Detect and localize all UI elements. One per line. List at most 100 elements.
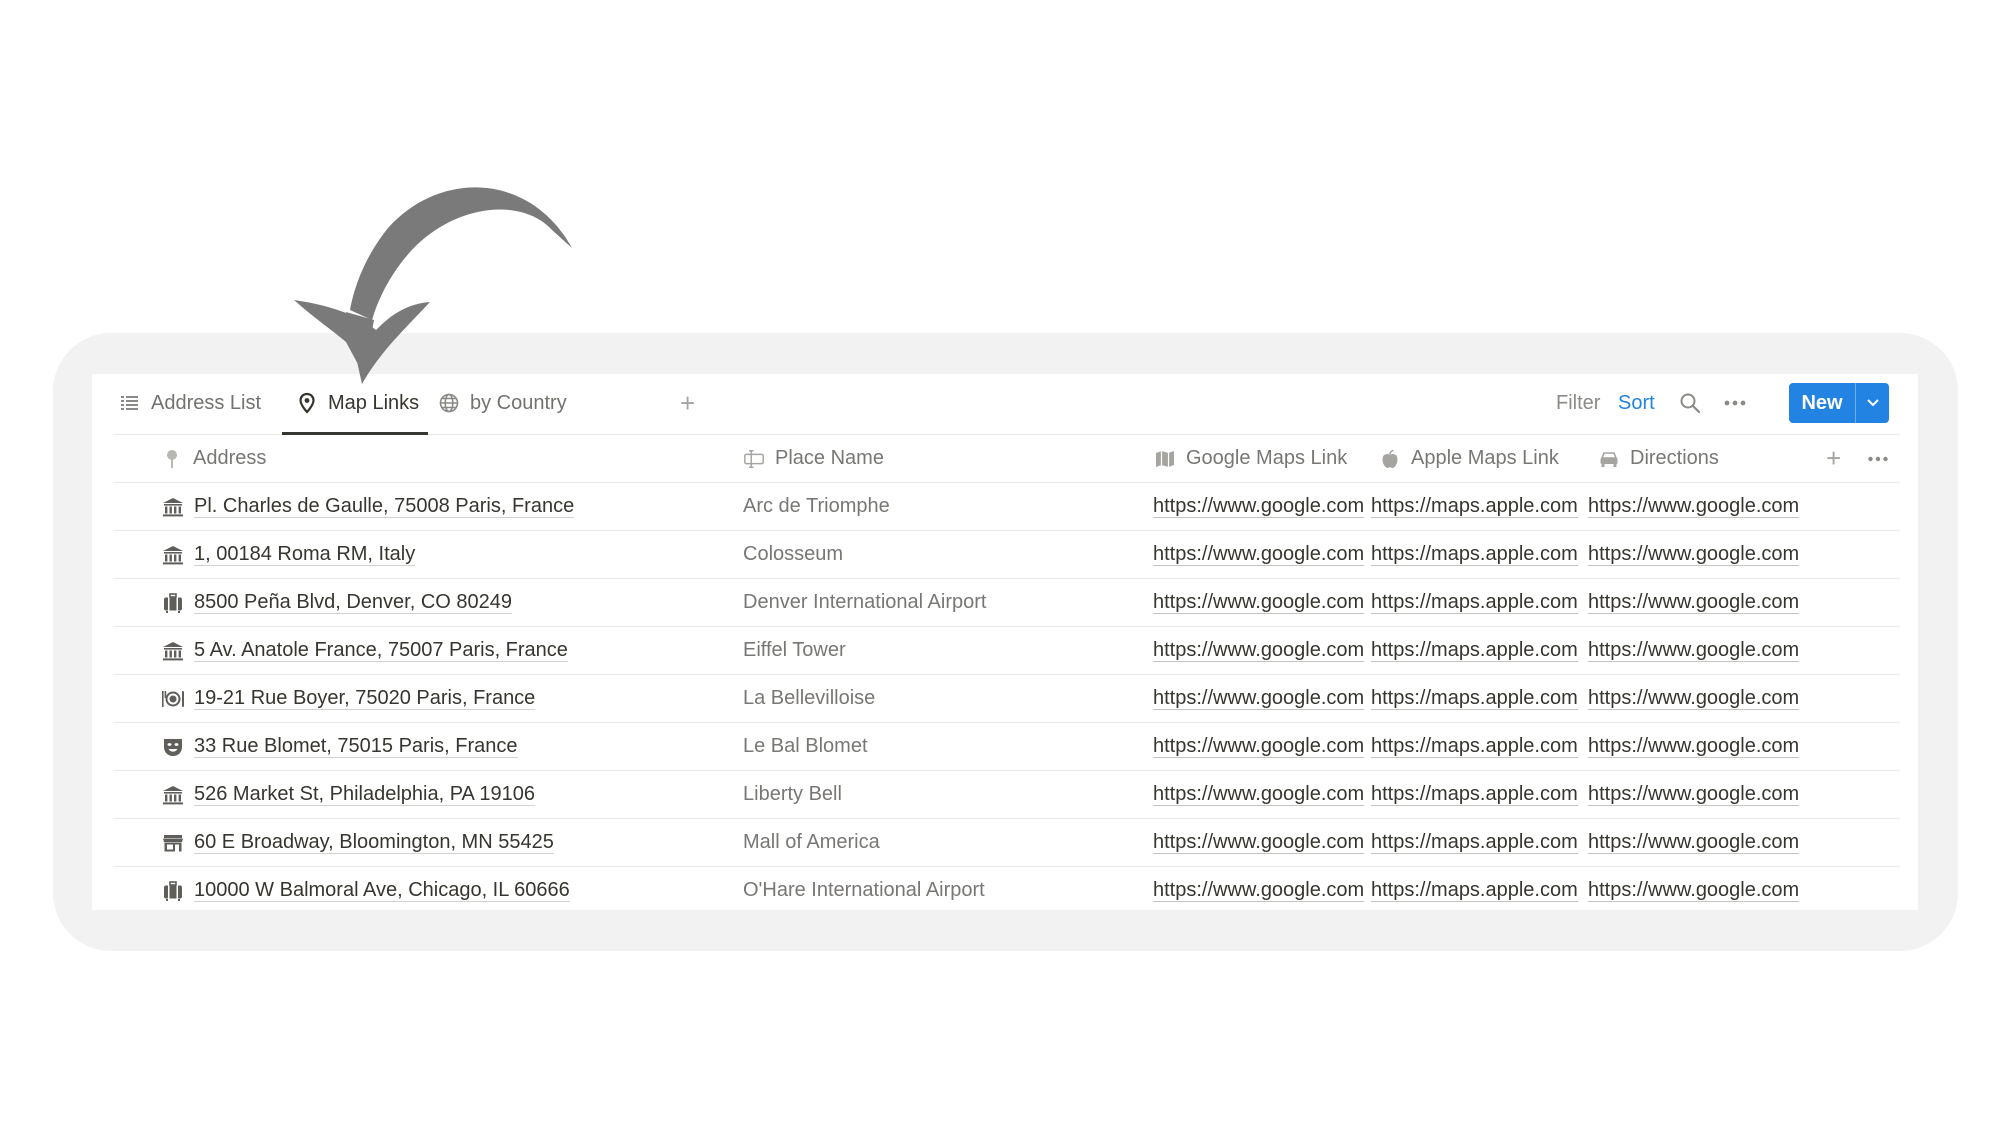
apple-maps-link[interactable]: https://maps.apple.com [1371, 879, 1578, 902]
table-row[interactable]: 5 Av. Anatole France, 75007 Paris, Franc… [114, 627, 1900, 675]
table-row[interactable]: 19-21 Rue Boyer, 75020 Paris, France La B… [114, 675, 1900, 723]
table-row[interactable]: 526 Market St, Philadelphia, PA 19106 Lib… [114, 771, 1900, 819]
column-label: Directions [1630, 447, 1719, 469]
directions-link[interactable]: https://www.google.com [1588, 543, 1800, 566]
address-cell[interactable]: 19-21 Rue Boyer, 75020 Paris, France [161, 675, 536, 722]
place-name-cell[interactable]: Mall of America [743, 819, 880, 866]
directions-link[interactable]: https://www.google.com [1588, 591, 1800, 614]
place-name-cell[interactable]: Arc de Triomphe [743, 483, 890, 530]
apple-maps-link[interactable]: https://maps.apple.com [1371, 687, 1578, 710]
directions-link[interactable]: https://www.google.com [1588, 783, 1800, 806]
search-icon[interactable] [1677, 390, 1703, 416]
apple-maps-link[interactable]: https://maps.apple.com [1371, 591, 1578, 614]
more-options-icon[interactable] [1867, 447, 1897, 471]
address-text[interactable]: 526 Market St, Philadelphia, PA 19106 [194, 783, 535, 806]
globe-icon [438, 392, 460, 414]
google-maps-link[interactable]: https://www.google.com [1153, 495, 1365, 518]
place-name-cell[interactable]: Denver International Airport [743, 579, 986, 626]
directions-cell: https://www.google.com [1588, 483, 1800, 530]
address-text[interactable]: 8500 Peña Blvd, Denver, CO 80249 [194, 591, 512, 614]
new-button[interactable]: New [1789, 383, 1889, 423]
column-header-directions[interactable]: Directions [1598, 435, 1719, 482]
museum-icon [161, 543, 185, 567]
column-header-google-maps-link[interactable]: Google Maps Link [1154, 435, 1347, 482]
add-view-button[interactable]: + [680, 389, 695, 417]
filter-button[interactable]: Filter [1556, 392, 1600, 415]
apple-maps-link[interactable]: https://maps.apple.com [1371, 783, 1578, 806]
address-text[interactable]: 1, 00184 Roma RM, Italy [194, 543, 416, 566]
apple-maps-link-cell: https://maps.apple.com [1371, 627, 1578, 674]
more-options-icon[interactable] [1722, 390, 1748, 416]
address-cell[interactable]: 60 E Broadway, Bloomington, MN 55425 [161, 819, 554, 866]
address-text[interactable]: 19-21 Rue Boyer, 75020 Paris, France [194, 687, 536, 710]
address-cell[interactable]: 1, 00184 Roma RM, Italy [161, 531, 416, 578]
google-maps-link[interactable]: https://www.google.com [1153, 783, 1365, 806]
address-text[interactable]: Pl. Charles de Gaulle, 75008 Paris, Fran… [194, 495, 575, 518]
google-maps-link[interactable]: https://www.google.com [1153, 831, 1365, 854]
table-row[interactable]: 10000 W Balmoral Ave, Chicago, IL 60666 O… [114, 867, 1900, 910]
map-icon [1154, 448, 1176, 470]
address-cell[interactable]: Pl. Charles de Gaulle, 75008 Paris, Fran… [161, 483, 575, 530]
directions-link[interactable]: https://www.google.com [1588, 879, 1800, 902]
google-maps-link[interactable]: https://www.google.com [1153, 735, 1365, 758]
pin-icon [161, 448, 183, 470]
address-text[interactable]: 5 Av. Anatole France, 75007 Paris, Franc… [194, 639, 568, 662]
new-button-label[interactable]: New [1789, 383, 1856, 423]
tab-address-list[interactable]: Address List [119, 374, 261, 432]
column-label: Apple Maps Link [1411, 447, 1559, 469]
table-row[interactable]: 1, 00184 Roma RM, Italy Colosseum https://… [114, 531, 1900, 579]
google-maps-link-cell: https://www.google.com [1153, 723, 1365, 770]
google-maps-link[interactable]: https://www.google.com [1153, 687, 1365, 710]
sort-button[interactable]: Sort [1618, 392, 1655, 415]
address-text[interactable]: 60 E Broadway, Bloomington, MN 55425 [194, 831, 554, 854]
address-text[interactable]: 10000 W Balmoral Ave, Chicago, IL 60666 [194, 879, 570, 902]
directions-link[interactable]: https://www.google.com [1588, 639, 1800, 662]
directions-link[interactable]: https://www.google.com [1588, 687, 1800, 710]
column-header-place-name[interactable]: Place Name [743, 435, 884, 482]
column-header-apple-maps-link[interactable]: Apple Maps Link [1379, 435, 1559, 482]
apple-maps-link-cell: https://maps.apple.com [1371, 579, 1578, 626]
curved-arrow-annotation [294, 187, 572, 384]
address-cell[interactable]: 8500 Peña Blvd, Denver, CO 80249 [161, 579, 512, 626]
directions-link[interactable]: https://www.google.com [1588, 831, 1800, 854]
apple-maps-link[interactable]: https://maps.apple.com [1371, 831, 1578, 854]
google-maps-link-cell: https://www.google.com [1153, 819, 1365, 866]
table-row[interactable]: Pl. Charles de Gaulle, 75008 Paris, Fran… [114, 483, 1900, 531]
column-label: Google Maps Link [1186, 447, 1348, 469]
directions-link[interactable]: https://www.google.com [1588, 735, 1800, 758]
google-maps-link-cell: https://www.google.com [1153, 531, 1365, 578]
theater-mask-icon [161, 735, 185, 759]
place-name-cell[interactable]: Le Bal Blomet [743, 723, 868, 770]
google-maps-link[interactable]: https://www.google.com [1153, 591, 1365, 614]
address-text[interactable]: 33 Rue Blomet, 75015 Paris, France [194, 735, 518, 758]
column-header-address[interactable]: Address [161, 435, 266, 482]
table-body: Pl. Charles de Gaulle, 75008 Paris, Fran… [114, 483, 1900, 910]
address-cell[interactable]: 33 Rue Blomet, 75015 Paris, France [161, 723, 518, 770]
chevron-down-icon[interactable] [1856, 383, 1889, 423]
address-cell[interactable]: 10000 W Balmoral Ave, Chicago, IL 60666 [161, 867, 570, 910]
address-cell[interactable]: 5 Av. Anatole France, 75007 Paris, Franc… [161, 627, 568, 674]
table-header: Address Place Name Google Maps Link Appl… [114, 435, 1900, 483]
apple-maps-link[interactable]: https://maps.apple.com [1371, 639, 1578, 662]
apple-maps-link[interactable]: https://maps.apple.com [1371, 543, 1578, 566]
directions-link[interactable]: https://www.google.com [1588, 495, 1800, 518]
text-cursor-icon [743, 448, 765, 470]
table-row[interactable]: 33 Rue Blomet, 75015 Paris, France Le Bal… [114, 723, 1900, 771]
directions-cell: https://www.google.com [1588, 531, 1800, 578]
address-cell[interactable]: 526 Market St, Philadelphia, PA 19106 [161, 771, 535, 818]
add-column-button[interactable]: + [1826, 443, 1841, 474]
table-row[interactable]: 60 E Broadway, Bloomington, MN 55425 Mall… [114, 819, 1900, 867]
list-icon [119, 392, 141, 414]
place-name-cell[interactable]: O'Hare International Airport [743, 867, 985, 910]
place-name-cell[interactable]: Eiffel Tower [743, 627, 846, 674]
google-maps-link[interactable]: https://www.google.com [1153, 543, 1365, 566]
place-name-cell[interactable]: Colosseum [743, 531, 843, 578]
apple-maps-link[interactable]: https://maps.apple.com [1371, 735, 1578, 758]
place-name-cell[interactable]: Liberty Bell [743, 771, 842, 818]
google-maps-link[interactable]: https://www.google.com [1153, 879, 1365, 902]
directions-cell: https://www.google.com [1588, 819, 1800, 866]
place-name-cell[interactable]: La Bellevilloise [743, 675, 875, 722]
apple-maps-link[interactable]: https://maps.apple.com [1371, 495, 1578, 518]
google-maps-link[interactable]: https://www.google.com [1153, 639, 1365, 662]
table-row[interactable]: 8500 Peña Blvd, Denver, CO 80249 Denver I… [114, 579, 1900, 627]
